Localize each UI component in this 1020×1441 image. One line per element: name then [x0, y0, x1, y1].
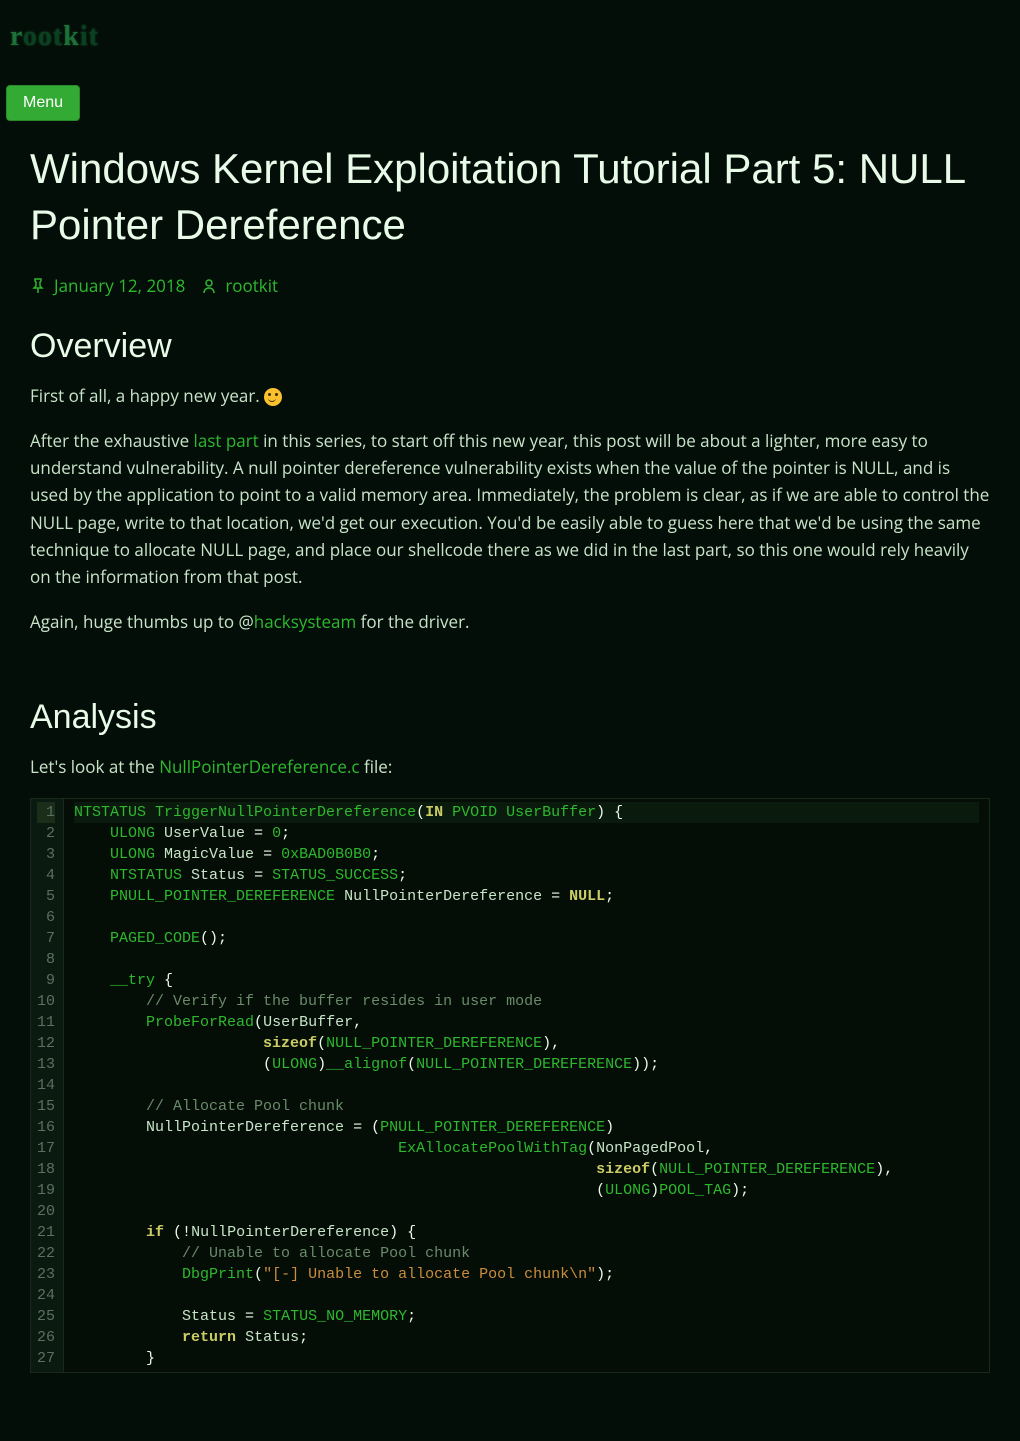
paragraph-credit: Again, huge thumbs up to @hacksysteam fo… — [30, 608, 990, 635]
post-meta: January 12, 2018 rootkit — [30, 272, 990, 299]
paragraph-intro: First of all, a happy new year. — [30, 382, 990, 409]
source-file-link[interactable]: NullPointerDereference.c — [159, 755, 359, 778]
smile-icon — [264, 388, 282, 406]
analysis-heading: Analysis — [30, 690, 990, 744]
code-block: 1234567891011121314151617181920212223242… — [30, 798, 990, 1373]
site-header: rrootkitootkit — [0, 0, 1020, 65]
menu-button[interactable]: Menu — [6, 85, 80, 121]
user-icon — [201, 278, 217, 294]
post-date-link[interactable]: January 12, 2018 — [54, 272, 185, 299]
pin-icon — [30, 278, 46, 294]
code-gutter: 1234567891011121314151617181920212223242… — [31, 799, 64, 1372]
last-part-link[interactable]: last part — [194, 429, 259, 452]
paragraph-body: After the exhaustive last part in this s… — [30, 427, 990, 590]
site-logo[interactable]: rrootkitootkit — [10, 15, 1020, 60]
post-content: Windows Kernel Exploitation Tutorial Par… — [0, 121, 1020, 1373]
post-author-link[interactable]: rootkit — [225, 272, 278, 299]
code-body[interactable]: NTSTATUS TriggerNullPointerDereference(I… — [64, 799, 989, 1372]
paragraph-analysis-intro: Let's look at the NullPointerDereference… — [30, 753, 990, 780]
overview-heading: Overview — [30, 319, 990, 373]
page-title: Windows Kernel Exploitation Tutorial Par… — [30, 141, 990, 254]
hacksysteam-link[interactable]: hacksysteam — [254, 610, 356, 633]
